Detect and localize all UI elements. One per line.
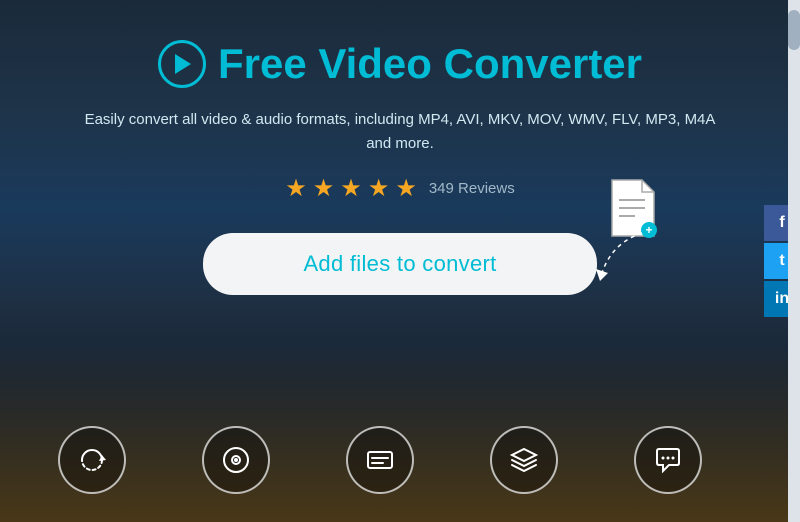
title-row: Free Video Converter xyxy=(158,40,642,88)
scrollbar-thumb[interactable] xyxy=(788,10,800,50)
bottom-icons-row xyxy=(0,426,760,494)
app-logo-icon xyxy=(158,40,206,88)
ratings-row: ★ ★ ★ ★ ★ 349 Reviews xyxy=(285,174,514,203)
main-content: Free Video Converter Easily convert all … xyxy=(0,0,800,295)
play-triangle xyxy=(175,54,191,74)
linkedin-label: in xyxy=(775,290,789,308)
app-subtitle: Easily convert all video & audio formats… xyxy=(60,108,740,156)
convert-button[interactable] xyxy=(58,426,126,494)
layers-button[interactable] xyxy=(490,426,558,494)
app-title: Free Video Converter xyxy=(218,40,642,88)
support-button[interactable] xyxy=(634,426,702,494)
twitter-label: t xyxy=(779,252,784,270)
dashed-arrow xyxy=(582,223,652,283)
star-3: ★ xyxy=(340,174,362,203)
subtitles-button[interactable] xyxy=(346,426,414,494)
scrollbar[interactable] xyxy=(788,0,800,522)
add-files-button[interactable]: Add files to convert xyxy=(203,233,596,295)
star-2: ★ xyxy=(313,174,335,203)
media-button[interactable] xyxy=(202,426,270,494)
facebook-label: f xyxy=(779,214,784,232)
star-4: ★ xyxy=(368,174,390,203)
star-5-half: ★ xyxy=(395,174,417,203)
reviews-count: 349 Reviews xyxy=(429,180,515,197)
add-files-area: Add files to convert + xyxy=(203,233,596,295)
star-1: ★ xyxy=(285,174,307,203)
